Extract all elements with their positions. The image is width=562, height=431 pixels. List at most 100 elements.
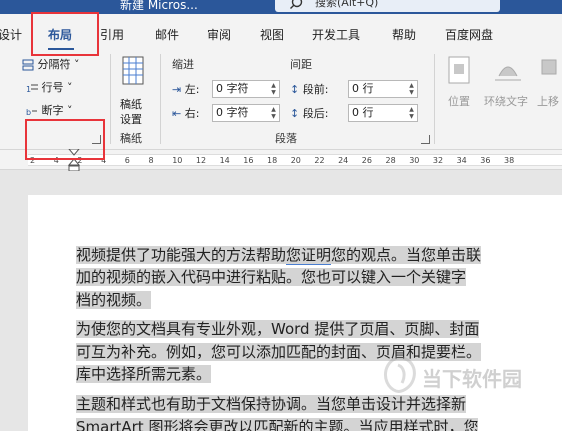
group-divider (160, 54, 161, 144)
wrap-text-icon (495, 66, 521, 81)
document-title: 新建 Micros... (120, 0, 198, 12)
group-divider (110, 54, 111, 144)
spacing-after-field[interactable]: 0 行 ▲ ▼ (348, 104, 418, 122)
indent-right-value: 0 字符 (216, 106, 249, 119)
indent-left-label: ⇥ 左: (172, 83, 200, 96)
bring-forward-label: 上移 (537, 95, 559, 108)
tab-baidu-netdisk[interactable]: 百度网盘 (445, 26, 493, 43)
manuscript-button-line1: 稿纸 (120, 98, 142, 111)
spacing-after-icon: ↕ (290, 107, 300, 120)
doc-line-1[interactable]: 视频提供了功能强大的方法帮助您证明您的观点。当您单击联 (76, 244, 482, 267)
selected-text: 档的视频。 (76, 291, 152, 309)
indent-right-icon: ⇤ (172, 107, 182, 120)
doc-line-3[interactable]: 档的视频。 (76, 289, 152, 312)
selected-text: 库中选择所需元素。 (76, 365, 212, 383)
paragraph-dialog-launcher-icon[interactable] (421, 135, 430, 144)
manuscript-settings-button[interactable]: 稿纸 设置 (117, 56, 149, 126)
tab-review[interactable]: 审阅 (207, 26, 231, 43)
ruler-number: 22 (314, 156, 325, 165)
ruler-number: 28 (385, 156, 396, 165)
doc-line-8[interactable]: SmartArt 图形将会更改以匹配新的主题。当应用样式时，您 (76, 416, 479, 431)
ruler-number: 12 (195, 156, 207, 165)
hyphenation-button[interactable]: b 断字 ˅ (26, 102, 73, 118)
highlight-box-dialog-launcher (25, 119, 105, 160)
breaks-label: 分隔符 (37, 58, 71, 71)
line-numbers-button[interactable]: 1 行号 ˅ (26, 79, 73, 95)
breaks-button[interactable]: 分隔符 ˅ (22, 56, 80, 72)
chevron-down-icon: ˅ (67, 104, 73, 117)
spacing-before-label: ↕ 段前: (290, 83, 329, 96)
selected-text: 您的观点。当您单击联 (331, 246, 482, 264)
highlight-box-layout-tab (31, 12, 99, 56)
position-label: 位置 (448, 95, 470, 108)
doc-line-2[interactable]: 加的视频的嵌入代码中进行粘贴。您也可以键入一个关键字 (76, 266, 467, 289)
manuscript-group-label: 稿纸 (120, 132, 142, 145)
ruler-number: 38 (504, 156, 515, 165)
spin-arrows-icon[interactable]: ▲ ▼ (269, 106, 278, 120)
tab-design[interactable]: 设计 (0, 26, 22, 43)
ruler-number: 20 (290, 156, 301, 165)
selected-text: 视频提供了功能强大的方法帮助 (76, 246, 287, 264)
ruler-number: 14 (219, 156, 230, 165)
doc-line-7[interactable]: 主题和样式也有助于文档保持协调。当您单击设计并选择新 (76, 393, 467, 416)
indent-left-icon: ⇥ (172, 83, 182, 96)
spin-arrows-icon[interactable]: ▲ ▼ (407, 82, 416, 96)
manuscript-paper-icon (122, 56, 144, 85)
tab-references[interactable]: 引用 (100, 26, 124, 43)
indent-left-field[interactable]: 0 字符 ▲ ▼ (212, 80, 280, 98)
wrap-text-label: 环绕文字 (484, 95, 528, 108)
group-divider (434, 54, 435, 144)
indent-left-value: 0 字符 (216, 82, 249, 95)
chevron-down-icon: ˅ (74, 58, 80, 71)
selected-text: 为使您的文档具有专业外观，Word 提供了页眉、页脚、封面 (76, 320, 480, 338)
paragraph-group-label: 段落 (275, 132, 297, 145)
indent-title: 缩进 (172, 58, 194, 71)
ruler-number: 30 (409, 156, 420, 165)
search-placeholder: 搜索(Alt+Q) (315, 0, 379, 9)
ruler-number: 26 (361, 156, 372, 165)
ruler-number: 8 (148, 156, 154, 165)
bring-forward-icon (541, 59, 557, 75)
breaks-icon (22, 59, 34, 71)
ruler-track: 2 4 2 4 6 8 10 12 14 16 18 20 22 24 26 28 30 32 34 36 38 (28, 154, 562, 166)
search-box[interactable]: 搜索(Alt+Q) (275, 0, 500, 12)
spin-arrows-icon[interactable]: ▲ ▼ (407, 106, 416, 120)
spacing-title: 间距 (290, 58, 312, 71)
watermark-logo: 当下软件园 (380, 355, 560, 395)
spell-flagged-text: 您证明 (286, 246, 332, 265)
line-numbers-label: 行号 (41, 81, 64, 94)
chevron-down-icon: ˅ (67, 81, 73, 94)
watermark-logo-icon (384, 356, 416, 393)
tab-mailings[interactable]: 邮件 (155, 26, 179, 43)
indent-right-label: ⇤ 右: (172, 107, 200, 120)
indent-right-field[interactable]: 0 字符 ▲ ▼ (212, 104, 280, 122)
ruler-number: 18 (267, 156, 278, 165)
doc-line-6[interactable]: 库中选择所需元素。 (76, 363, 212, 386)
ruler-number: 6 (124, 156, 130, 165)
selected-text: SmartArt 图形将会更改以匹配新的主题。当应用样式时，您 (76, 418, 479, 431)
hyphenation-icon: b (26, 108, 37, 117)
ruler-number: 32 (432, 156, 444, 165)
ruler-number: 36 (480, 156, 491, 165)
ruler-number: 34 (456, 156, 467, 165)
spacing-before-icon: ↕ (290, 83, 300, 96)
spacing-after-label: ↕ 段后: (290, 107, 329, 120)
position-button[interactable]: 位置 (446, 56, 476, 108)
tab-help[interactable]: 帮助 (392, 26, 416, 43)
manuscript-button-line2: 设置 (120, 113, 142, 126)
tab-developer[interactable]: 开发工具 (312, 26, 360, 43)
hyphenation-label: 断字 (41, 104, 64, 117)
selected-text: 加的视频的嵌入代码中进行粘贴。您也可以键入一个关键字 (76, 268, 467, 286)
selected-text: 主题和样式也有助于文档保持协调。当您单击设计并选择新 (76, 395, 467, 413)
doc-line-4[interactable]: 为使您的文档具有专业外观，Word 提供了页眉、页脚、封面 (76, 318, 480, 341)
spin-arrows-icon[interactable]: ▲ ▼ (269, 82, 278, 96)
wrap-text-button[interactable]: 环绕文字 (483, 56, 538, 108)
spacing-before-value: 0 行 (352, 82, 374, 95)
spacing-before-field[interactable]: 0 行 ▲ ▼ (348, 80, 418, 98)
ruler-number: 16 (243, 156, 254, 165)
line-numbers-icon: 1 (26, 84, 38, 94)
bring-forward-button[interactable]: 上移 (536, 56, 562, 108)
tab-view[interactable]: 视图 (260, 26, 284, 43)
ruler-number: 10 (172, 156, 183, 165)
search-icon (290, 0, 303, 9)
